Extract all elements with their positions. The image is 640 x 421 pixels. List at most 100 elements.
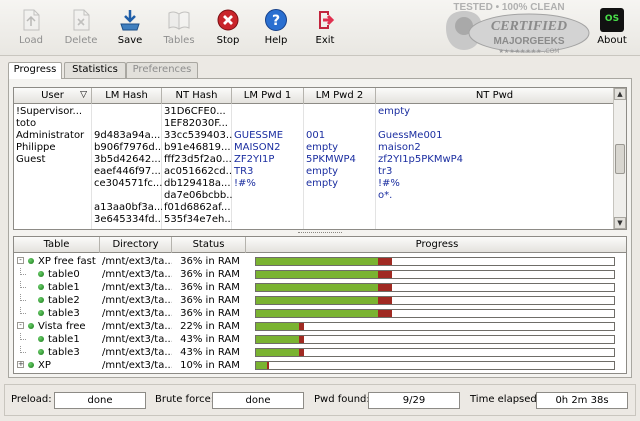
table-status: 22% in RAM <box>180 321 240 332</box>
help-button[interactable]: ? Help <box>254 8 298 46</box>
cell-user <box>14 166 92 178</box>
hash-table-row[interactable]: toto 1EF82030F... <box>14 118 614 130</box>
table-list-row[interactable]: table2/mnt/ext3/ta... 36% in RAM <box>14 294 626 307</box>
stop-icon <box>216 8 240 32</box>
load-button[interactable]: Load <box>9 8 53 46</box>
column-header-status[interactable]: Status <box>172 237 246 253</box>
status-dot-icon <box>38 310 44 316</box>
brute-force-value: done <box>212 392 304 409</box>
progress-bar <box>255 257 615 266</box>
cell-nt-hash: da7e06bcbb... <box>164 190 232 201</box>
cell-lm-pwd-1: MAISON2 <box>234 142 281 153</box>
table-directory: /mnt/ext3/ta... <box>102 282 172 293</box>
hash-table-row[interactable]: a13aa0bf3a... f01d6862af... <box>14 202 614 214</box>
progress-bar-fill <box>256 297 378 304</box>
status-dot-icon <box>38 284 44 290</box>
cell-user: toto <box>16 118 37 129</box>
cell-user: Administrator <box>16 130 85 141</box>
column-header-table[interactable]: Table <box>14 237 100 253</box>
table-list-row[interactable]: + XP/mnt/ext3/ta... 10% in RAM <box>14 359 626 372</box>
progress-bar <box>255 348 615 357</box>
cell-lm-pwd-2 <box>304 190 376 202</box>
tree-connector <box>20 281 26 288</box>
exit-icon <box>313 8 337 32</box>
column-header-lm-pwd-1[interactable]: LM Pwd 1 <box>232 88 304 104</box>
hash-table-row[interactable]: Guest 3b5d42642... fff23d5f2a0... ZF2YI1P 5P… <box>14 154 614 166</box>
progress-bar <box>255 335 615 344</box>
scrollbar-thumb[interactable] <box>615 144 625 174</box>
hash-table-row[interactable]: 3e645334fd... 535f34e7eh... <box>14 214 614 226</box>
expand-icon[interactable]: + <box>17 361 24 368</box>
hash-table-row[interactable]: eaef446f97... ac051662cd... TR3 empty tr3 <box>14 166 614 178</box>
table-status: 43% in RAM <box>180 334 240 345</box>
status-dot-icon <box>28 323 34 329</box>
column-header-lm-hash[interactable]: LM Hash <box>92 88 162 104</box>
brute-force-label: Brute force: <box>155 394 215 405</box>
exit-button[interactable]: Exit <box>303 8 347 46</box>
table-list-row[interactable]: table3/mnt/ext3/ta... 43% in RAM <box>14 346 626 359</box>
about-button[interactable]: OS About <box>590 8 634 46</box>
progress-bar-fill <box>256 336 299 343</box>
tab-preferences[interactable]: Preferences <box>126 62 198 78</box>
column-header-nt-pwd[interactable]: NT Pwd <box>376 88 614 104</box>
table-directory: /mnt/ext3/ta... <box>102 334 172 345</box>
hash-table-row[interactable]: !Supervisor... 31D6CFE0... empty <box>14 106 614 118</box>
cell-nt-hash: 31D6CFE0... <box>164 106 226 117</box>
preload-label: Preload: <box>11 394 52 405</box>
cell-user: Guest <box>16 154 46 165</box>
column-header-nt-hash[interactable]: NT Hash <box>162 88 232 104</box>
hash-table-scrollbar[interactable]: ▲ ▼ <box>613 88 626 229</box>
hash-table-row[interactable]: Philippe b906f7976d... b91e46819... MAISON2… <box>14 142 614 154</box>
cell-lm-pwd-2 <box>304 118 376 130</box>
cell-nt-pwd: maison2 <box>378 142 421 153</box>
cell-nt-hash: 1EF82030F... <box>164 118 228 129</box>
tables-button[interactable]: Tables <box>157 8 201 46</box>
progress-bar <box>255 322 615 331</box>
cell-lm-pwd-2 <box>304 202 376 214</box>
collapse-icon[interactable]: - <box>17 322 24 329</box>
cell-lm-pwd-2 <box>304 214 376 226</box>
column-header-directory[interactable]: Directory <box>100 237 172 253</box>
cell-lm-hash: b906f7976d... <box>94 142 162 153</box>
progress-bar-fill <box>256 284 378 291</box>
cell-lm-hash: eaef446f97... <box>94 166 161 177</box>
save-button[interactable]: Save <box>108 8 152 46</box>
table-list-row[interactable]: - Vista free/mnt/ext3/ta... 22% in RAM <box>14 320 626 333</box>
table-status: 36% in RAM <box>180 282 240 293</box>
stop-button[interactable]: Stop <box>206 8 250 46</box>
collapse-icon[interactable]: - <box>17 257 24 264</box>
tables-list-header: Table Directory Status Progress <box>14 237 626 253</box>
scroll-up-arrow-icon[interactable]: ▲ <box>614 88 626 100</box>
table-name: table3 <box>48 308 80 319</box>
cell-nt-hash: fff23d5f2a0... <box>164 154 232 165</box>
table-directory: /mnt/ext3/ta... <box>102 269 172 280</box>
table-list-row[interactable]: - XP free fast/mnt/ext3/ta... 36% in RAM <box>14 255 626 268</box>
hash-table-row[interactable]: ce304571fc... db129418a... !#% empty !#% <box>14 178 614 190</box>
cell-lm-pwd-2: empty <box>306 178 339 189</box>
delete-button[interactable]: Delete <box>59 8 103 46</box>
column-header-progress[interactable]: Progress <box>246 237 626 253</box>
progress-bar-current <box>377 310 393 317</box>
column-header-user[interactable]: User ▽ <box>14 88 92 104</box>
svg-text:?: ? <box>272 13 280 29</box>
progress-bar-fill <box>256 349 299 356</box>
column-header-lm-pwd-2[interactable]: LM Pwd 2 <box>304 88 376 104</box>
hash-table-row[interactable]: da7e06bcbb... o*. <box>14 190 614 202</box>
tab-statistics[interactable]: Statistics <box>64 62 126 78</box>
table-name: table2 <box>48 295 80 306</box>
scroll-down-arrow-icon[interactable]: ▼ <box>614 217 626 229</box>
cell-lm-pwd-1 <box>232 190 304 202</box>
table-list-row[interactable]: table0/mnt/ext3/ta... 36% in RAM <box>14 268 626 281</box>
hash-table-row[interactable]: Administrator 9d483a94a... 33cc539403... GU… <box>14 130 614 142</box>
table-list-row[interactable]: table1/mnt/ext3/ta... 43% in RAM <box>14 333 626 346</box>
table-status: 36% in RAM <box>180 308 240 319</box>
table-list-row[interactable]: table3/mnt/ext3/ta... 36% in RAM <box>14 307 626 320</box>
progress-bar <box>255 270 615 279</box>
progress-bar-current <box>377 297 393 304</box>
table-list-row[interactable]: table1/mnt/ext3/ta... 36% in RAM <box>14 281 626 294</box>
status-dot-icon <box>38 271 44 277</box>
cell-nt-pwd: zf2YI1p5PKMwP4 <box>378 154 464 165</box>
cell-user: !Supervisor... <box>16 106 83 117</box>
tab-progress[interactable]: Progress <box>8 62 62 79</box>
book-icon <box>167 8 191 32</box>
